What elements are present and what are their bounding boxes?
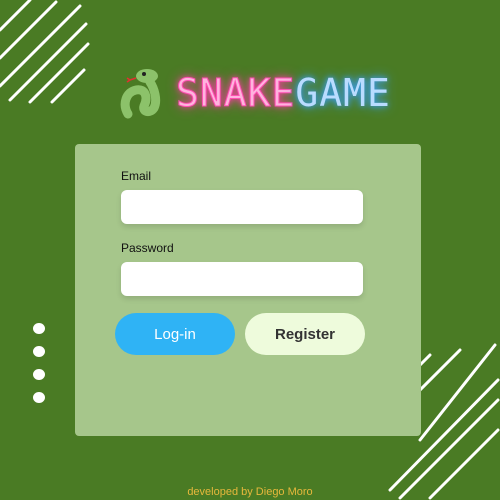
password-field[interactable] <box>121 262 363 296</box>
decorative-strokes-top-left <box>0 0 90 104</box>
decorative-dots <box>33 323 45 415</box>
password-label: Password <box>121 241 174 255</box>
register-button[interactable]: Register <box>245 313 365 355</box>
app-title: SNAKEGAME <box>175 71 391 116</box>
title-snake: SNAKE <box>175 71 296 116</box>
login-button[interactable]: Log-in <box>115 313 235 355</box>
email-label: Email <box>121 169 152 183</box>
title-game: GAME <box>295 71 391 115</box>
developer-credit: developed by Diego Moro <box>187 486 313 498</box>
snake-icon <box>120 69 161 119</box>
email-field[interactable] <box>121 190 363 224</box>
login-card: Email Password Log-in Register <box>75 144 421 436</box>
